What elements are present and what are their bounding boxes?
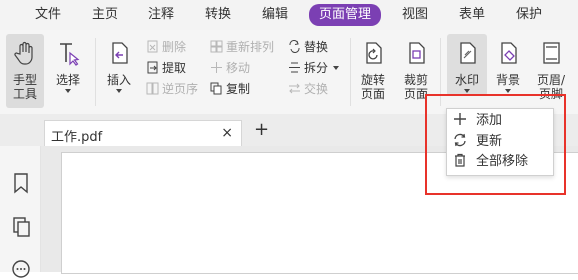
new-tab-icon[interactable]: + bbox=[254, 120, 269, 140]
document-tab[interactable]: 工作.pdf × bbox=[44, 120, 242, 147]
rotate-page-icon bbox=[366, 42, 382, 64]
rotate-page-button[interactable]: 旋转 页面 bbox=[354, 40, 392, 101]
watermark-button[interactable]: 水印 bbox=[447, 34, 487, 96]
insert-page-icon bbox=[112, 42, 128, 64]
move-icon bbox=[211, 62, 222, 73]
watermark-label: 水印 bbox=[454, 73, 479, 87]
split-dropdown-caret bbox=[333, 66, 340, 70]
rotate-label-1: 旋转 bbox=[360, 73, 385, 87]
highlight-annotation-box bbox=[425, 94, 566, 195]
crop-page-icon bbox=[409, 42, 425, 64]
move-label: 移动 bbox=[226, 61, 251, 75]
hand-label-1: 手型 bbox=[12, 73, 37, 87]
hand-tool-button[interactable]: 手型 工具 bbox=[6, 34, 44, 108]
menu-form[interactable]: 表单 bbox=[459, 5, 485, 25]
watermark-dropdown-caret bbox=[464, 89, 470, 93]
reverse-order-icon bbox=[146, 82, 159, 95]
reorder-label: 重新排列 bbox=[226, 40, 275, 54]
menu-page-management[interactable]: 页面管理 bbox=[309, 4, 382, 26]
copy-page-button[interactable]: 复制 bbox=[210, 80, 250, 98]
crop-page-button[interactable]: 裁剪 页面 bbox=[398, 40, 434, 101]
replace-icon bbox=[289, 40, 300, 53]
divider bbox=[95, 38, 96, 106]
split-label: 拆分 bbox=[304, 61, 329, 75]
menu-convert[interactable]: 转换 bbox=[205, 5, 231, 25]
rotate-label-2: 页面 bbox=[360, 87, 385, 101]
document-tab-title: 工作.pdf bbox=[51, 130, 103, 145]
menu-home[interactable]: 主页 bbox=[92, 5, 118, 25]
split-icon bbox=[289, 62, 300, 73]
replace-page-button[interactable]: 替换 bbox=[288, 38, 328, 56]
select-dropdown-caret bbox=[65, 89, 71, 93]
insert-dropdown-caret bbox=[116, 89, 122, 93]
header-footer-label-1: 页眉/ bbox=[536, 73, 566, 87]
comments-icon[interactable] bbox=[11, 258, 31, 280]
reverse-order-button[interactable]: 逆页序 bbox=[146, 80, 198, 98]
background-icon bbox=[501, 42, 517, 64]
insert-label: 插入 bbox=[106, 73, 131, 87]
replace-label: 替换 bbox=[304, 40, 329, 54]
hand-icon bbox=[14, 41, 33, 65]
copy-label: 复制 bbox=[226, 82, 251, 96]
swap-icon bbox=[289, 83, 300, 94]
menu-protect[interactable]: 保护 bbox=[516, 5, 542, 25]
menu-view[interactable]: 视图 bbox=[402, 5, 428, 25]
bookmark-icon[interactable] bbox=[11, 172, 31, 194]
extract-page-button[interactable]: 提取 bbox=[146, 59, 186, 77]
close-tab-icon[interactable]: × bbox=[221, 125, 233, 141]
split-document-button[interactable]: 拆分 bbox=[288, 59, 340, 77]
select-label: 选择 bbox=[55, 73, 80, 87]
page-thumbnails-icon[interactable] bbox=[11, 216, 31, 238]
background-label: 背景 bbox=[495, 73, 520, 87]
hand-label-2: 工具 bbox=[12, 87, 37, 101]
swap-label: 交换 bbox=[304, 82, 329, 96]
menu-edit[interactable]: 编辑 bbox=[262, 5, 288, 25]
reorder-icon bbox=[210, 40, 223, 53]
background-button[interactable]: 背景 bbox=[490, 40, 526, 93]
delete-page-button[interactable]: 删除 bbox=[146, 38, 186, 56]
background-dropdown-caret bbox=[505, 89, 511, 93]
watermark-icon bbox=[460, 42, 476, 64]
extract-page-icon bbox=[147, 61, 158, 74]
copy-icon bbox=[210, 82, 222, 95]
crop-label-1: 裁剪 bbox=[403, 73, 428, 87]
swap-pages-button[interactable]: 交换 bbox=[288, 80, 328, 98]
extract-label: 提取 bbox=[162, 61, 187, 75]
select-button[interactable]: 选择 bbox=[50, 40, 86, 93]
divider bbox=[350, 38, 351, 106]
header-footer-icon bbox=[543, 42, 560, 64]
move-page-button[interactable]: 移动 bbox=[210, 59, 250, 77]
menu-bar: 文件 主页 注释 转换 编辑 页面管理 视图 表单 保护 bbox=[0, 0, 578, 30]
delete-label: 删除 bbox=[162, 40, 187, 54]
insert-page-button[interactable]: 插入 bbox=[101, 40, 137, 93]
header-footer-button[interactable]: 页眉/ 页脚 bbox=[532, 40, 570, 101]
menu-file[interactable]: 文件 bbox=[35, 5, 61, 25]
left-sidebar bbox=[0, 146, 41, 278]
text-select-icon bbox=[60, 43, 80, 66]
reverse-label: 逆页序 bbox=[162, 82, 199, 96]
delete-page-icon bbox=[147, 40, 158, 53]
reorder-pages-button[interactable]: 重新排列 bbox=[210, 38, 274, 56]
menu-comment[interactable]: 注释 bbox=[148, 5, 174, 25]
